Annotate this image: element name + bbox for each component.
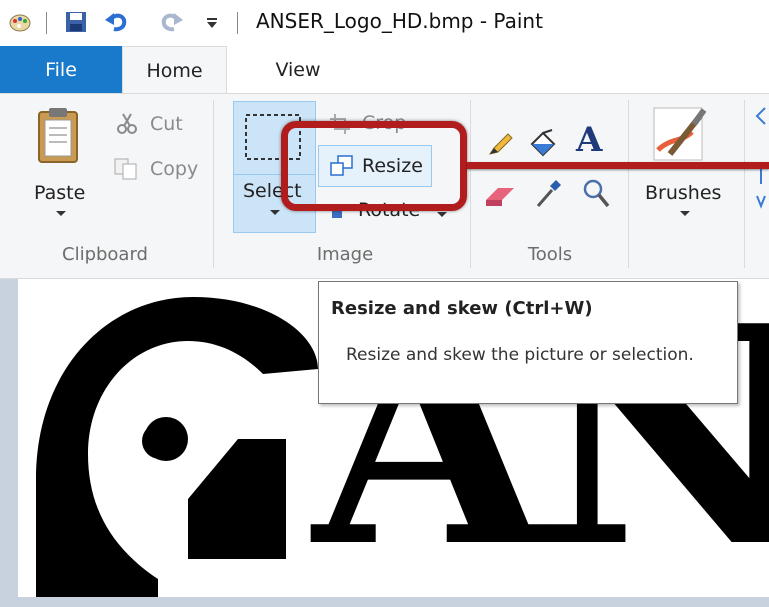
brushes-button[interactable]: Brushes bbox=[645, 182, 721, 204]
group-separator bbox=[213, 100, 214, 268]
annotation-highlight-box bbox=[281, 121, 467, 211]
tooltip-title: Resize and skew (Ctrl+W) bbox=[331, 298, 593, 319]
group-separator bbox=[744, 100, 745, 268]
paint-app-icon[interactable] bbox=[8, 10, 32, 34]
title-separator bbox=[46, 12, 47, 34]
cut-icon[interactable] bbox=[116, 112, 138, 134]
tab-home[interactable]: Home bbox=[122, 46, 227, 94]
color-picker-icon[interactable] bbox=[534, 178, 562, 210]
paste-icon[interactable] bbox=[36, 106, 80, 164]
brushes-dropdown-caret[interactable] bbox=[680, 211, 690, 216]
select-dropdown-caret[interactable] bbox=[270, 210, 280, 215]
ribbon-tabs: File Home View bbox=[0, 46, 769, 94]
title-bar: ANSER_Logo_HD.bmp - Paint bbox=[0, 0, 769, 46]
tab-file[interactable]: File bbox=[0, 46, 122, 94]
tooltip: Resize and skew (Ctrl+W) Resize and skew… bbox=[318, 281, 738, 404]
customize-dropdown-icon[interactable] bbox=[205, 16, 219, 30]
group-separator bbox=[470, 100, 471, 268]
paste-dropdown-caret[interactable] bbox=[56, 211, 66, 216]
undo-icon[interactable] bbox=[104, 10, 128, 34]
title-separator bbox=[237, 12, 238, 34]
copy-button[interactable]: Copy bbox=[150, 158, 198, 180]
tab-view[interactable]: View bbox=[258, 46, 338, 94]
group-separator bbox=[628, 100, 629, 268]
window-title: ANSER_Logo_HD.bmp - Paint bbox=[256, 9, 543, 33]
save-icon[interactable] bbox=[64, 10, 88, 34]
paste-button[interactable]: Paste bbox=[34, 182, 85, 204]
image-group-label: Image bbox=[316, 244, 374, 265]
rotate-dropdown-caret[interactable] bbox=[437, 212, 447, 217]
tools-group-label: Tools bbox=[527, 244, 573, 265]
magnifier-icon[interactable] bbox=[582, 178, 610, 208]
shapes-icon[interactable] bbox=[755, 106, 769, 216]
annotation-arrow bbox=[467, 162, 769, 169]
eraser-icon[interactable] bbox=[484, 184, 516, 208]
text-icon[interactable]: A bbox=[576, 120, 602, 160]
cut-button[interactable]: Cut bbox=[150, 113, 183, 135]
pencil-icon[interactable] bbox=[486, 130, 514, 158]
fill-bucket-icon[interactable] bbox=[528, 128, 560, 158]
clipboard-group-label: Clipboard bbox=[62, 244, 148, 265]
redo-icon[interactable] bbox=[160, 10, 184, 34]
brushes-icon[interactable] bbox=[648, 102, 708, 164]
tooltip-body: Resize and skew the picture or selection… bbox=[346, 345, 694, 365]
copy-icon[interactable] bbox=[114, 158, 138, 180]
